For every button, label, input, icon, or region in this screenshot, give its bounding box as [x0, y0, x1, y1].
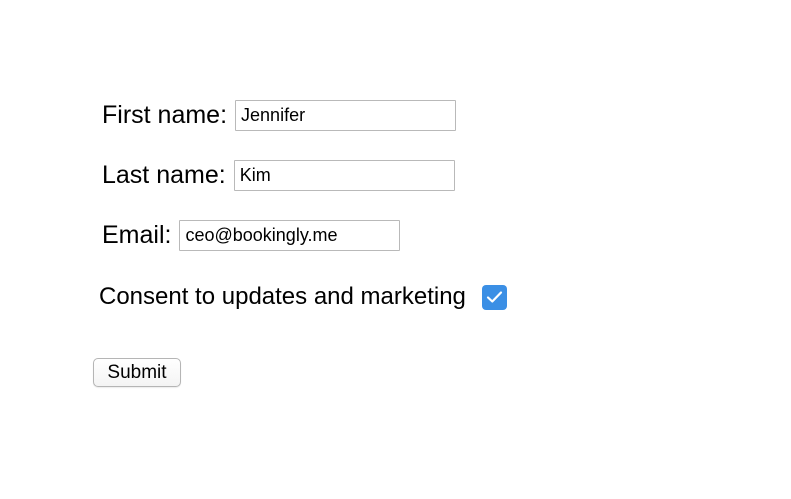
- submit-button[interactable]: Submit: [93, 358, 181, 387]
- consent-row: Consent to updates and marketing: [99, 281, 507, 313]
- email-input[interactable]: [179, 219, 401, 251]
- first-name-row: First name:: [102, 98, 457, 132]
- checkmark-icon: [486, 291, 503, 303]
- last-name-row: Last name:: [102, 158, 455, 192]
- first-name-label: First name:: [102, 101, 228, 129]
- last-name-label: Last name:: [102, 161, 226, 189]
- email-row: Email:: [102, 218, 401, 252]
- last-name-input[interactable]: [233, 159, 455, 191]
- consent-label: Consent to updates and marketing: [99, 283, 466, 310]
- consent-checkbox[interactable]: [481, 284, 507, 310]
- first-name-input[interactable]: [235, 99, 457, 131]
- email-label: Email:: [102, 221, 172, 249]
